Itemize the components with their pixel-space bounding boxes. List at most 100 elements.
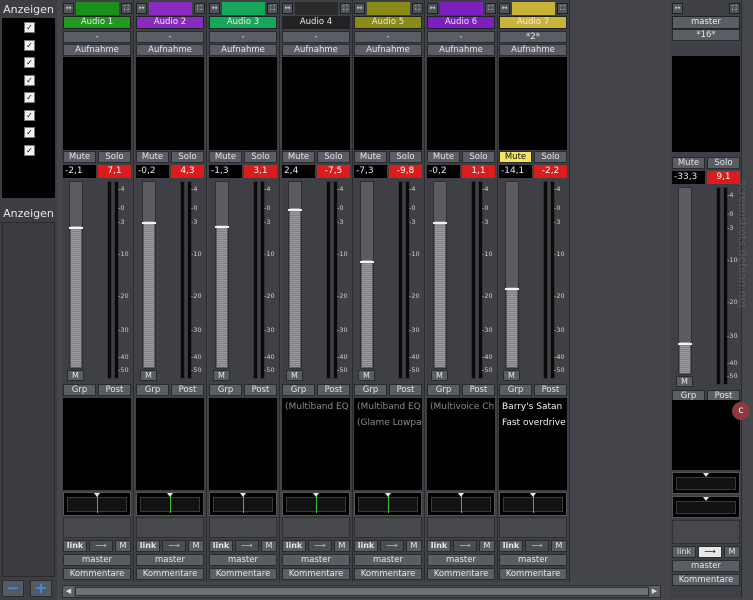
plugin-item[interactable]: (Multiband EQ	[354, 401, 422, 414]
width-toggle-icon[interactable]: ↔	[63, 3, 74, 14]
solo-button[interactable]: Solo	[389, 151, 422, 163]
processor-box[interactable]	[427, 57, 495, 150]
input-button[interactable]: -	[354, 31, 422, 43]
meter-point-post-button[interactable]: Post	[389, 384, 422, 396]
panner-direction-icon[interactable]: ⟶	[89, 540, 113, 552]
plugin-item[interactable]: Fast overdrive	[499, 417, 567, 430]
meter-point-post-button[interactable]: Post	[534, 384, 567, 396]
fader-handle[interactable]	[678, 342, 692, 345]
panner-link-button[interactable]: link	[63, 540, 87, 552]
panner-mode-button[interactable]: M	[115, 540, 131, 552]
input-button[interactable]: *2*	[499, 31, 567, 43]
solo-button[interactable]: Solo	[707, 157, 740, 169]
meter-point-post-button[interactable]: Post	[462, 384, 495, 396]
mute-button[interactable]: Mute	[282, 151, 315, 163]
remove-group-button[interactable]: −	[2, 580, 24, 597]
group-button[interactable]: Grp	[282, 384, 315, 396]
meter-point-button[interactable]: M	[431, 370, 448, 381]
strip-name-button[interactable]: Audio 4	[282, 16, 350, 29]
gain-fader[interactable]	[142, 181, 156, 369]
panner-direction-icon[interactable]: ⟶	[698, 546, 722, 558]
panner-mode-button[interactable]: M	[188, 540, 204, 552]
panner-link-button[interactable]: link	[354, 540, 378, 552]
gain-display[interactable]: -0,2	[136, 165, 169, 178]
panner-direction-icon[interactable]: ⟶	[453, 540, 477, 552]
solo-button[interactable]: Solo	[317, 151, 350, 163]
mute-button[interactable]: Mute	[63, 151, 96, 163]
output-button[interactable]: master	[499, 554, 567, 566]
comments-button[interactable]: Kommentare	[427, 568, 495, 580]
output-button[interactable]: master	[63, 554, 131, 566]
meter-point-button[interactable]: M	[213, 370, 230, 381]
mute-button[interactable]: Mute	[136, 151, 169, 163]
strip-visible-checkbox[interactable]: ✓	[24, 127, 35, 138]
panner[interactable]	[136, 492, 204, 516]
solo-button[interactable]: Solo	[534, 151, 567, 163]
gain-fader[interactable]	[678, 187, 692, 375]
fader-handle[interactable]	[142, 221, 156, 224]
group-button[interactable]: Grp	[354, 384, 387, 396]
hide-strip-icon[interactable]: ⛶	[485, 3, 496, 14]
strip-visible-checkbox[interactable]: ✓	[24, 57, 35, 68]
width-toggle-icon[interactable]: ↔	[499, 3, 510, 14]
comments-button[interactable]: Kommentare	[282, 568, 350, 580]
output-button[interactable]: master	[427, 554, 495, 566]
panner-mode-button[interactable]: M	[551, 540, 567, 552]
scrollbar-thumb[interactable]	[75, 587, 649, 596]
meter-point-button[interactable]: M	[140, 370, 157, 381]
plugin-box[interactable]	[672, 400, 740, 470]
input-button[interactable]: -	[427, 31, 495, 43]
panner-direction-icon[interactable]: ⟶	[308, 540, 332, 552]
panner-left[interactable]	[672, 472, 740, 494]
output-button[interactable]: master	[136, 554, 204, 566]
panner-link-button[interactable]: link	[672, 546, 696, 558]
fader-handle[interactable]	[433, 221, 447, 224]
hide-strip-icon[interactable]: ⛶	[557, 3, 568, 14]
gain-display[interactable]: -2,1	[63, 165, 96, 178]
gain-display[interactable]: 2,4	[282, 165, 315, 178]
record-button[interactable]: Aufnahme	[63, 44, 131, 56]
record-button[interactable]: Aufnahme	[282, 44, 350, 56]
plugin-item[interactable]: Barry's Satan	[499, 401, 567, 414]
plugin-box[interactable]: (Multiband EQ (Glame Lowpass	[354, 398, 422, 490]
strip-visible-checkbox[interactable]: ✓	[24, 109, 35, 121]
group-button[interactable]: Grp	[209, 384, 242, 396]
record-button[interactable]: Aufnahme	[354, 44, 422, 56]
comments-button[interactable]: Kommentare	[209, 568, 277, 580]
width-toggle-icon[interactable]: ↔	[354, 3, 365, 14]
strip-name-button[interactable]: Audio 5	[354, 16, 422, 29]
plugin-box[interactable]: (Multiband EQ	[282, 398, 350, 490]
panner-mode-button[interactable]: M	[406, 540, 422, 552]
fader-handle[interactable]	[69, 227, 83, 230]
solo-button[interactable]: Solo	[462, 151, 495, 163]
panner-direction-icon[interactable]: ⟶	[162, 540, 186, 552]
panner-link-button[interactable]: link	[136, 540, 160, 552]
width-toggle-icon[interactable]: ↔	[427, 3, 438, 14]
input-button[interactable]: -	[209, 31, 277, 43]
hide-strip-icon[interactable]: ⛶	[267, 3, 278, 14]
scroll-left-icon[interactable]: ◀	[63, 586, 74, 597]
panner-mode-button[interactable]: M	[334, 540, 350, 552]
strip-visible-checkbox[interactable]: ✓	[24, 74, 35, 86]
panner-mode-button[interactable]: M	[261, 540, 277, 552]
strip-visible-checkbox[interactable]: ✓	[24, 144, 35, 156]
hide-strip-icon[interactable]: ⛶	[121, 3, 132, 14]
group-button[interactable]: Grp	[136, 384, 169, 396]
plugin-box[interactable]: Barry's Satan Fast overdrive	[499, 398, 567, 490]
panner-direction-icon[interactable]: ⟶	[525, 540, 549, 552]
mute-button[interactable]: Mute	[427, 151, 460, 163]
fader-handle[interactable]	[215, 225, 229, 228]
peak-display[interactable]: 3,1	[244, 165, 277, 178]
mute-button[interactable]: Mute	[354, 151, 387, 163]
gain-display[interactable]: -1,3	[209, 165, 242, 178]
strip-name-button[interactable]: Audio 7	[499, 16, 567, 29]
mute-button[interactable]: Mute	[499, 151, 532, 163]
fader-handle[interactable]	[360, 260, 374, 263]
output-button[interactable]: master	[354, 554, 422, 566]
strip-name-button[interactable]: Audio 2	[136, 16, 204, 29]
width-toggle-icon[interactable]: ↔	[282, 3, 293, 14]
panner-link-button[interactable]: link	[209, 540, 233, 552]
output-button[interactable]: master	[209, 554, 277, 566]
group-button[interactable]: Grp	[63, 384, 96, 396]
meter-point-button[interactable]: M	[676, 376, 693, 387]
